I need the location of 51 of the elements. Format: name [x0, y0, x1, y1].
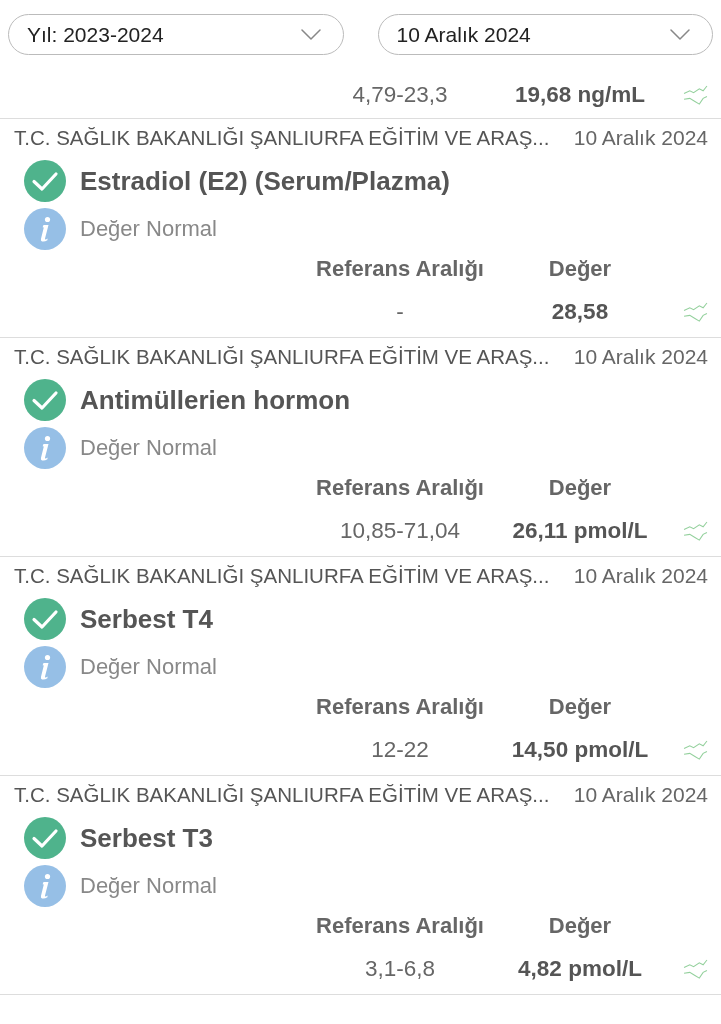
test-name: Serbest T3: [80, 822, 213, 854]
result-date: 10 Aralık 2024: [573, 126, 708, 150]
info-icon: [24, 865, 66, 907]
result-value: 4,82 pmol/L: [518, 956, 642, 982]
reference-range: 3,1-6,8: [364, 956, 436, 982]
value-header: Değer: [548, 694, 612, 720]
result-date: 10 Aralık 2024: [573, 783, 708, 807]
reference-range: -: [396, 299, 404, 325]
status-text: Değer Normal: [80, 873, 217, 899]
reference-range-header: Referans Aralığı: [316, 694, 484, 720]
institution-name: T.C. SAĞLIK BAKANLIĞI ŞANLIURFA EĞİTİM VE ARAŞ...: [14, 564, 550, 588]
chevron-down-icon: [300, 29, 321, 40]
status-text: Değer Normal: [80, 216, 217, 242]
test-name: Estradiol (E2) (Serum/Plazma): [80, 165, 450, 197]
reference-range: 12-22: [371, 737, 429, 763]
value-header: Değer: [548, 256, 612, 282]
info-icon: [24, 208, 66, 250]
status-text: Değer Normal: [80, 435, 217, 461]
result-date: 10 Aralık 2024: [573, 345, 708, 369]
reference-range: 4,79-23,3: [352, 82, 448, 108]
date-dropdown[interactable]: 10 Aralık 2024: [377, 14, 713, 55]
reference-range-header: Referans Aralığı: [316, 913, 484, 939]
reference-range-header: Referans Aralığı: [316, 256, 484, 282]
institution-name: T.C. SAĞLIK BAKANLIĞI ŞANLIURFA EĞİTİM VE ARAŞ...: [14, 345, 550, 369]
trend-chart-icon[interactable]: [683, 84, 708, 106]
value-header: Değer: [548, 913, 612, 939]
test-name: Serbest T4: [80, 603, 213, 635]
result-value: 19,68 ng/mL: [514, 82, 645, 108]
info-icon: [24, 646, 66, 688]
result-value: 14,50 pmol/L: [511, 737, 649, 763]
info-icon: [24, 427, 66, 469]
trend-chart-icon[interactable]: [683, 301, 708, 323]
institution-name: T.C. SAĞLIK BAKANLIĞI ŞANLIURFA EĞİTİM VE ARAŞ...: [14, 126, 550, 150]
trend-chart-icon[interactable]: [683, 739, 708, 761]
institution-name: T.C. SAĞLIK BAKANLIĞI ŞANLIURFA EĞİTİM VE ARAŞ...: [14, 783, 550, 807]
check-circle-icon: [24, 598, 66, 640]
check-circle-icon: [24, 160, 66, 202]
result-date: 10 Aralık 2024: [573, 564, 708, 588]
chevron-down-icon: [670, 29, 690, 40]
check-circle-icon: [24, 379, 66, 421]
trend-chart-icon[interactable]: [683, 958, 708, 980]
value-header: Değer: [548, 475, 612, 501]
reference-range-header: Referans Aralığı: [316, 475, 484, 501]
test-name: Antimüllerien hormon: [80, 384, 351, 416]
status-text: Değer Normal: [80, 654, 217, 680]
reference-range: 10,85-71,04: [339, 518, 461, 544]
year-dropdown[interactable]: Yıl: 2023-2024: [8, 14, 344, 55]
result-value: 26,11 pmol/L: [512, 518, 648, 544]
trend-chart-icon[interactable]: [683, 520, 708, 542]
result-value: 28,58: [551, 299, 609, 325]
check-circle-icon: [24, 817, 66, 859]
